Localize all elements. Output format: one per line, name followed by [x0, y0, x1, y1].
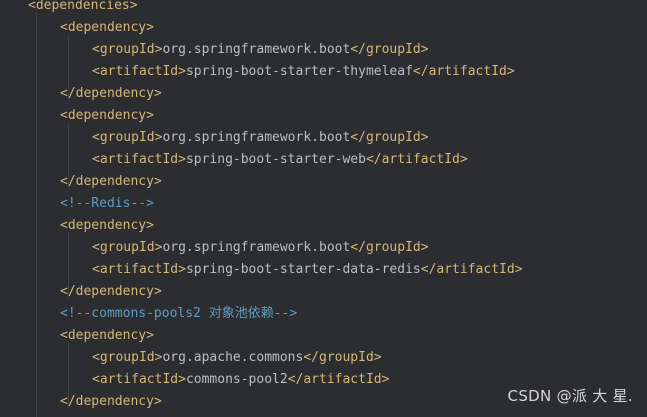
code-line[interactable]: <dependencies>	[28, 0, 138, 17]
code-line[interactable]: <dependency>	[60, 17, 154, 39]
xml-tag-name: artifactId	[99, 262, 179, 277]
xml-tag-name: groupId	[99, 42, 155, 57]
xml-tag-name: dependency	[67, 108, 147, 123]
code-line[interactable]: </dependency>	[60, 391, 162, 413]
xml-tag-name: dependency	[75, 86, 154, 101]
code-line[interactable]: <dependency>	[60, 325, 154, 347]
xml-tag-name: dependency	[75, 284, 154, 299]
code-line[interactable]: <artifactId>spring-boot-starter-thymelea…	[92, 61, 515, 83]
xml-text-value: spring-boot-starter-data-redis	[185, 262, 421, 277]
xml-text-value: org.springframework.boot	[162, 130, 351, 145]
code-line[interactable]: </dependency>	[60, 281, 162, 303]
xml-tag-name: artifactId	[381, 152, 460, 167]
xml-comment: <!--Redis-->	[60, 196, 154, 211]
xml-tag-name: groupId	[365, 42, 421, 57]
xml-text-value: commons-pool2	[185, 372, 288, 387]
watermark-text: CSDN @派 大 星.	[507, 387, 633, 405]
xml-text-value: org.apache.commons	[162, 350, 304, 365]
xml-tag-name: dependency	[67, 20, 147, 35]
xml-text-value: spring-boot-starter-thymeleaf	[185, 64, 413, 79]
xml-tag-name: groupId	[99, 130, 155, 145]
code-line[interactable]: <artifactId>spring-boot-starter-web</art…	[92, 149, 468, 171]
code-line[interactable]: <groupId>org.springframework.boot</group…	[92, 39, 429, 61]
xml-text-value: spring-boot-starter-web	[185, 152, 366, 167]
xml-tag-name: groupId	[365, 240, 421, 255]
xml-tag-name: artifactId	[99, 64, 179, 79]
xml-tag-name: dependency	[75, 394, 154, 409]
xml-tag-name: dependency	[67, 218, 147, 233]
xml-tag-name: groupId	[99, 240, 155, 255]
xml-tag-name: dependency	[75, 174, 154, 189]
code-line[interactable]: <!--Redis-->	[60, 193, 154, 215]
code-line[interactable]: <artifactId>spring-boot-starter-data-red…	[92, 259, 523, 281]
code-line[interactable]: <groupId>org.springframework.boot</group…	[92, 237, 429, 259]
xml-tag-name: artifactId	[99, 372, 179, 387]
xml-tag-name: artifactId	[428, 64, 507, 79]
code-line[interactable]: <groupId>org.springframework.boot</group…	[92, 127, 429, 149]
code-line[interactable]: <artifactId>commons-pool2</artifactId>	[92, 369, 389, 391]
xml-text-value: org.springframework.boot	[162, 240, 351, 255]
xml-tag-name: artifactId	[303, 372, 382, 387]
indent-guide	[36, 12, 37, 417]
code-editor[interactable]: <dependencies> <dependency> <groupId>org.s…	[0, 0, 647, 417]
xml-comment: <!--commons-pools2 对象池依赖-->	[60, 306, 298, 321]
code-line[interactable]: <dependency>	[60, 215, 154, 237]
code-line[interactable]: <dependency>	[60, 105, 154, 127]
code-line[interactable]: <!--commons-pools2 对象池依赖-->	[60, 303, 297, 325]
xml-tag-name: groupId	[319, 350, 374, 365]
code-line[interactable]: <groupId>org.apache.commons</groupId>	[92, 347, 382, 369]
code-line[interactable]: </dependency>	[60, 171, 162, 193]
code-line[interactable]: </dependency>	[60, 83, 162, 105]
xml-tag-name: artifactId	[99, 152, 179, 167]
xml-tag-name: dependencies	[35, 0, 130, 13]
xml-tag-name: artifactId	[436, 262, 515, 277]
xml-tag-name: dependency	[67, 328, 147, 343]
xml-tag-name: groupId	[99, 350, 155, 365]
xml-tag-name: groupId	[365, 130, 421, 145]
xml-text-value: org.springframework.boot	[162, 42, 351, 57]
